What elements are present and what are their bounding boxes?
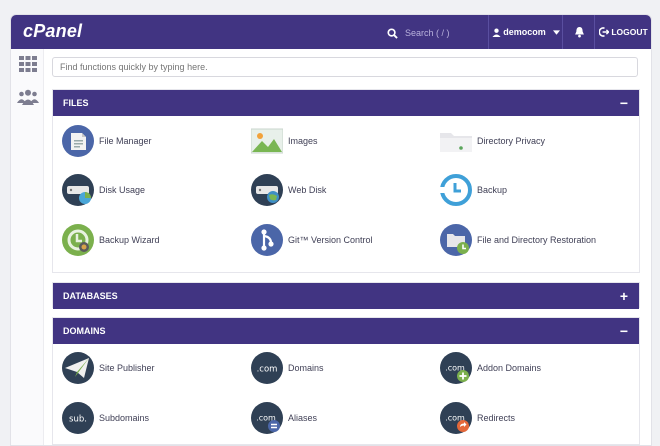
web-disk-link[interactable]: Web Disk	[251, 174, 326, 206]
databases-title: DATABASES	[63, 291, 118, 301]
site-publisher-link[interactable]: Site Publisher	[62, 352, 155, 384]
caret-down-icon	[552, 29, 560, 35]
user-icon	[492, 28, 501, 37]
notifications-button[interactable]	[562, 15, 595, 49]
images-link[interactable]: Images	[251, 125, 318, 157]
grid-icon[interactable]	[19, 56, 37, 72]
dotcom-badge: .com	[257, 365, 278, 375]
directory-privacy-link[interactable]: Directory Privacy	[440, 125, 545, 157]
backup-clock-icon	[440, 174, 472, 206]
site-publisher-label: Site Publisher	[99, 363, 155, 373]
web-disk-label: Web Disk	[288, 185, 327, 195]
file-manager-icon	[62, 125, 94, 157]
backup-label: Backup	[477, 185, 508, 195]
collapse-toggle[interactable]: −	[620, 90, 628, 116]
logout-icon	[599, 27, 610, 37]
domains-label: Domains	[288, 363, 324, 373]
images-icon	[251, 128, 283, 154]
file-directory-restoration-label: File and Directory Restoration	[477, 235, 597, 245]
sub-badge: sub.	[69, 415, 87, 425]
restoration-icon	[440, 224, 472, 256]
backup-wizard-icon	[62, 224, 94, 256]
logout-label: LOGOUT	[611, 27, 648, 37]
domains-link[interactable]: .com Domains	[251, 352, 324, 384]
domains-panel: DOMAINS − Site Publisher .com Domains .c…	[52, 317, 640, 445]
files-panel: FILES − File Manager Images Directory Pr…	[52, 89, 640, 273]
search-icon	[387, 27, 398, 39]
site-publisher-icon	[62, 352, 94, 384]
images-label: Images	[288, 136, 318, 146]
username: democom	[503, 27, 546, 37]
file-directory-restoration-link[interactable]: File and Directory Restoration	[440, 224, 596, 256]
dotcom-icon: .com	[251, 352, 283, 384]
redirects-link[interactable]: .com Redirects	[440, 402, 515, 434]
users-icon[interactable]	[17, 89, 39, 105]
backup-wizard-label: Backup Wizard	[99, 235, 160, 245]
cpanel-window: cPanel Search ( / ) democom LOGOUT Find …	[10, 14, 652, 446]
file-manager-label: File Manager	[99, 136, 152, 146]
backup-wizard-link[interactable]: Backup Wizard	[62, 224, 160, 256]
git-version-control-label: Git™ Version Control	[288, 235, 373, 245]
databases-panel: DATABASES +	[52, 282, 640, 309]
user-menu[interactable]: democom	[488, 15, 563, 49]
redirect-icon: .com	[440, 402, 472, 434]
aliases-link[interactable]: .com Aliases	[251, 402, 317, 434]
subdomain-icon: sub.	[62, 402, 94, 434]
domains-header[interactable]: DOMAINS −	[53, 318, 639, 344]
cpanel-logo[interactable]: cPanel	[23, 21, 82, 42]
databases-header[interactable]: DATABASES +	[53, 283, 639, 309]
collapse-toggle[interactable]: −	[620, 318, 628, 344]
addon-domains-link[interactable]: .com Addon Domains	[440, 352, 541, 384]
web-disk-icon	[251, 174, 283, 206]
addon-domains-label: Addon Domains	[477, 363, 542, 373]
alias-icon: .com	[251, 402, 283, 434]
files-title: FILES	[63, 98, 89, 108]
global-search[interactable]: Search ( / )	[387, 25, 450, 41]
git-version-control-link[interactable]: Git™ Version Control	[251, 224, 373, 256]
top-navbar: cPanel Search ( / ) democom LOGOUT	[11, 15, 651, 49]
files-header[interactable]: FILES −	[53, 90, 639, 116]
aliases-label: Aliases	[288, 413, 318, 423]
backup-link[interactable]: Backup	[440, 174, 507, 206]
disk-usage-icon	[62, 174, 94, 206]
git-branch-icon	[251, 224, 283, 256]
bell-icon	[574, 26, 584, 38]
logout-button[interactable]: LOGOUT	[594, 15, 651, 49]
quick-find-input[interactable]	[52, 57, 638, 77]
search-placeholder: Search ( / )	[405, 28, 450, 38]
subdomains-link[interactable]: sub. Subdomains	[62, 402, 149, 434]
file-manager-link[interactable]: File Manager	[62, 125, 152, 157]
left-sidebar	[11, 49, 44, 445]
expand-toggle[interactable]: +	[620, 283, 628, 309]
addon-domain-icon: .com	[440, 352, 472, 384]
directory-privacy-label: Directory Privacy	[477, 136, 546, 146]
disk-usage-link[interactable]: Disk Usage	[62, 174, 145, 206]
redirects-label: Redirects	[477, 413, 516, 423]
domains-title: DOMAINS	[63, 326, 106, 336]
subdomains-label: Subdomains	[99, 413, 150, 423]
folder-lock-icon	[440, 133, 472, 152]
disk-usage-label: Disk Usage	[99, 185, 146, 195]
